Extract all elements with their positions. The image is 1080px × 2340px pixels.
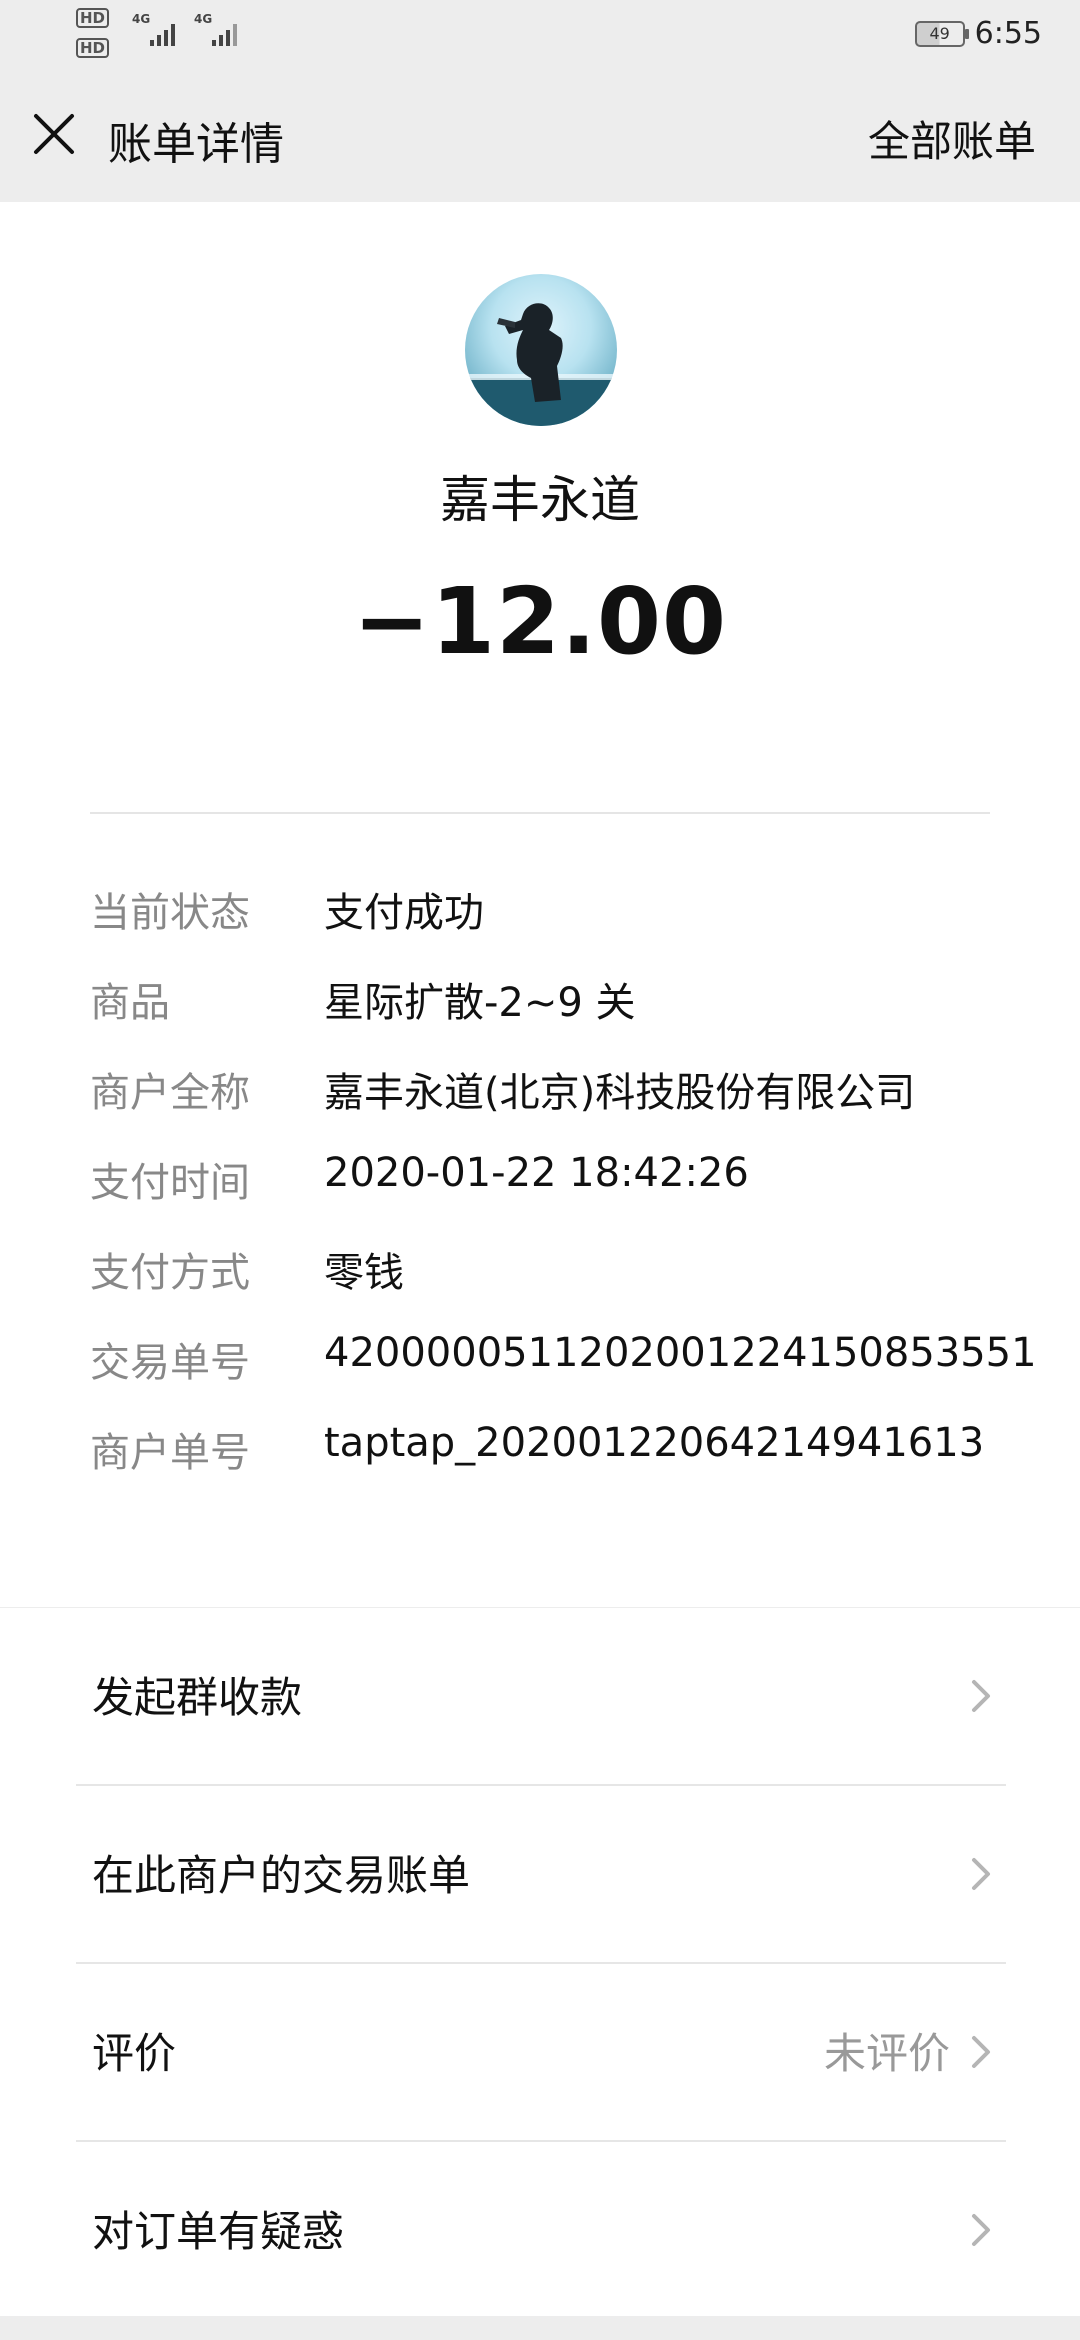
amount: −12.00	[352, 568, 728, 675]
action-list: 发起群收款 在此商户的交易账单 评价 未评价 对订单有疑惑	[0, 1608, 1080, 2316]
chevron-right-icon	[972, 1680, 990, 1712]
action-label: 在此商户的交易账单	[92, 1851, 471, 1900]
detail-row-status: 当前状态 支付成功	[90, 880, 1010, 970]
detail-label: 支付方式	[90, 1250, 250, 1296]
bill-summary-card: 嘉丰永道 −12.00 当前状态 支付成功 商品 星际扩散-2~9 关 商户全称…	[0, 202, 1080, 1607]
detail-value: 2020-01-22 18:42:26	[324, 1150, 749, 1196]
network-type-sim2: 4G	[194, 12, 213, 26]
all-bills-link[interactable]: 全部账单	[868, 108, 1036, 169]
signal-icon	[150, 22, 175, 46]
detail-label: 当前状态	[90, 890, 250, 936]
status-bar: HD HD 4G 4G 49 6:55	[0, 0, 1080, 72]
chevron-right-icon	[972, 2036, 990, 2068]
action-label: 发起群收款	[92, 1673, 303, 1722]
hd-badge-sim1: HD	[76, 8, 110, 28]
hd-badge-sim2: HD	[76, 38, 110, 58]
detail-row-pay-method: 支付方式 零钱	[90, 1240, 1010, 1330]
detail-value: 星际扩散-2~9 关	[324, 980, 636, 1026]
merchant-logo-image	[465, 303, 617, 426]
detail-value: taptap_20200122064214941613	[324, 1420, 985, 1466]
detail-value: 支付成功	[324, 890, 484, 936]
chevron-right-icon	[972, 1858, 990, 1890]
detail-label: 商户全称	[90, 1070, 250, 1116]
detail-value: 零钱	[324, 1250, 404, 1296]
divider	[90, 812, 990, 814]
group-collect-item[interactable]: 发起群收款	[76, 1608, 1006, 1784]
network-indicators: HD HD 4G 4G	[76, 8, 246, 66]
order-question-item[interactable]: 对订单有疑惑	[76, 2142, 1006, 2318]
detail-row-product: 商品 星际扩散-2~9 关	[90, 970, 1010, 1060]
close-icon	[34, 114, 74, 154]
detail-value: 嘉丰永道(北京)科技股份有限公司	[324, 1070, 916, 1116]
merchant-name: 嘉丰永道	[440, 471, 640, 529]
rating-item[interactable]: 评价 未评价	[76, 1964, 1006, 2140]
detail-row-pay-time: 支付时间 2020-01-22 18:42:26	[90, 1150, 1010, 1240]
detail-row-merchant-order-id: 商户单号 taptap_20200122064214941613	[90, 1420, 1010, 1510]
detail-label: 支付时间	[90, 1160, 250, 1206]
network-type-sim1: 4G	[132, 12, 151, 26]
chevron-right-icon	[972, 2214, 990, 2246]
action-label: 评价	[92, 2029, 177, 2078]
nav-header: 账单详情 全部账单	[0, 72, 1080, 202]
merchant-avatar	[465, 274, 617, 426]
rating-status: 未评价	[823, 2029, 950, 2078]
detail-label: 商户单号	[90, 1430, 250, 1476]
signal-icon	[212, 22, 237, 46]
status-right: 49 6:55	[914, 16, 1042, 51]
close-button[interactable]	[28, 108, 80, 160]
action-label: 对订单有疑惑	[92, 2207, 345, 2256]
page-title: 账单详情	[108, 119, 284, 170]
clock: 6:55	[974, 16, 1042, 51]
detail-row-transaction-id: 交易单号 4200000511202001224150853551	[90, 1330, 1037, 1420]
bill-details: 当前状态 支付成功 商品 星际扩散-2~9 关 商户全称 嘉丰永道(北京)科技股…	[90, 880, 1037, 1510]
detail-value: 4200000511202001224150853551	[324, 1330, 1037, 1376]
detail-label: 商品	[90, 980, 170, 1026]
battery-icon: 49	[914, 20, 969, 47]
detail-row-merchant-fullname: 商户全称 嘉丰永道(北京)科技股份有限公司	[90, 1060, 1010, 1150]
merchant-transactions-item[interactable]: 在此商户的交易账单	[76, 1786, 1006, 1962]
detail-label: 交易单号	[90, 1340, 250, 1386]
